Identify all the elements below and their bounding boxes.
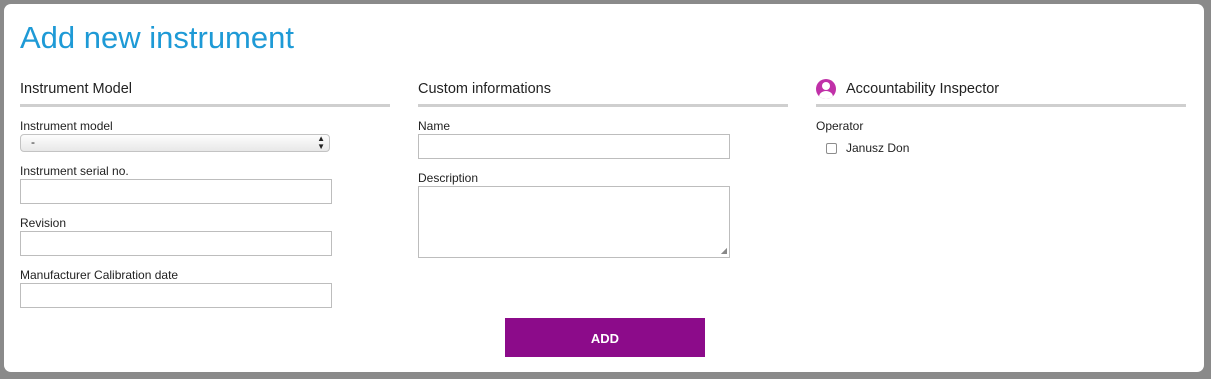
revision-label: Revision: [20, 216, 67, 230]
instrument-model-label: Instrument model: [20, 119, 113, 133]
calibration-date-input[interactable]: [20, 283, 332, 308]
user-avatar-icon: [816, 79, 836, 99]
select-arrows-icon: ▲ ▼: [317, 134, 325, 151]
serial-no-input[interactable]: [20, 179, 332, 204]
section-heading: Custom informations: [418, 81, 551, 97]
revision-input[interactable]: [20, 231, 332, 256]
calibration-date-label: Manufacturer Calibration date: [20, 268, 179, 282]
instrument-model-select[interactable]: - ▲ ▼: [20, 134, 330, 152]
resize-grip-icon[interactable]: ◢: [721, 247, 727, 255]
page-title: Add new instrument: [20, 20, 294, 55]
section-heading: Accountability Inspector: [846, 81, 1000, 97]
description-label: Description: [418, 171, 479, 185]
operator-checkbox[interactable]: [826, 143, 837, 154]
name-label: Name: [418, 119, 451, 133]
instrument-model-section: Instrument Model: [20, 74, 390, 107]
section-header: Accountability Inspector: [816, 74, 1186, 107]
description-textarea[interactable]: ◢: [418, 186, 730, 258]
name-input[interactable]: [418, 134, 730, 159]
operator-label: Operator: [816, 119, 864, 133]
instrument-model-value: -: [31, 135, 35, 149]
section-header: Custom informations: [418, 74, 788, 107]
add-button[interactable]: ADD: [505, 318, 705, 357]
add-instrument-card: Add new instrument Instrument Model Inst…: [4, 4, 1204, 372]
custom-informations-section: Custom informations: [418, 74, 788, 107]
operator-option-label[interactable]: Janusz Don: [846, 141, 909, 155]
serial-no-label: Instrument serial no.: [20, 164, 129, 178]
section-header: Instrument Model: [20, 74, 390, 107]
accountability-section: Accountability Inspector: [816, 74, 1186, 107]
section-heading: Instrument Model: [20, 81, 133, 97]
